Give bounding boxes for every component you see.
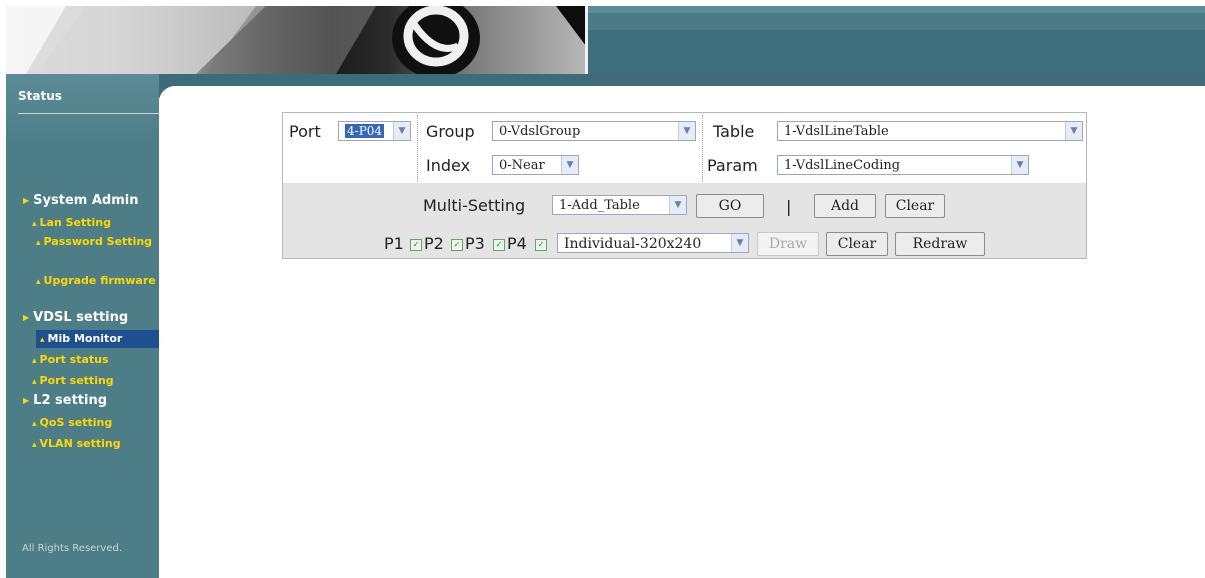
mib-monitor-panel: Port 4-P04 ▼ Group 0-VdslGroup ▼ Table 1… bbox=[282, 112, 1087, 259]
banner-photo bbox=[6, 6, 586, 74]
sidebar-item-l2-setting[interactable]: ▶ L2 setting bbox=[23, 393, 107, 408]
bullet-icon: ▴ bbox=[36, 277, 41, 287]
chevron-down-icon: ▼ bbox=[669, 196, 686, 214]
port-label: Port bbox=[289, 122, 321, 141]
table-select[interactable]: 1-VdslLineTable ▼ bbox=[777, 121, 1083, 141]
bullet-icon: ▴ bbox=[32, 356, 37, 366]
go-button[interactable]: GO bbox=[696, 194, 764, 218]
chevron-down-icon: ▼ bbox=[1011, 156, 1028, 174]
sidebar-item-system-admin[interactable]: ▶ System Admin bbox=[23, 193, 138, 208]
sidebar-item-password-setting[interactable]: ▴ Password Setting bbox=[36, 233, 156, 252]
sidebar bbox=[6, 74, 159, 578]
port-select[interactable]: 4-P04 ▼ bbox=[338, 121, 411, 141]
multi-setting-label: Multi-Setting bbox=[423, 196, 526, 215]
page-frame: Status ▶ System Admin ▴ Lan Setting ▴ Passw… bbox=[6, 6, 1205, 578]
chevron-down-icon: ▼ bbox=[678, 122, 695, 140]
sidebar-item-lan-setting[interactable]: ▴ Lan Setting bbox=[32, 214, 111, 233]
bullet-icon: ▴ bbox=[36, 238, 41, 248]
bullet-icon: ▴ bbox=[32, 219, 37, 229]
sidebar-item-port-setting[interactable]: ▴ Port setting bbox=[32, 372, 114, 391]
panel-separator bbox=[417, 115, 418, 181]
triangle-right-icon: ▶ bbox=[23, 396, 30, 405]
clear-graph-button[interactable]: Clear bbox=[826, 232, 888, 256]
header-banner bbox=[6, 6, 1205, 74]
redraw-button[interactable]: Redraw bbox=[895, 232, 985, 256]
table-label: Table bbox=[713, 122, 755, 141]
triangle-right-icon: ▶ bbox=[23, 313, 30, 322]
param-select[interactable]: 1-VdslLineCoding ▼ bbox=[777, 155, 1029, 175]
sidebar-divider bbox=[18, 113, 159, 114]
port-3-label: P3 bbox=[465, 234, 485, 253]
port-3-checkbox[interactable]: ✓ bbox=[493, 239, 505, 251]
sidebar-item-upgrade-firmware[interactable]: ▴ Upgrade firmware bbox=[36, 272, 156, 291]
chevron-down-icon: ▼ bbox=[393, 122, 410, 140]
group-label: Group bbox=[426, 122, 475, 141]
port-4-checkbox[interactable]: ✓ bbox=[535, 239, 547, 251]
port-1-checkbox[interactable]: ✓ bbox=[410, 239, 422, 251]
draw-button[interactable]: Draw bbox=[757, 232, 819, 256]
sidebar-item-port-status[interactable]: ▴ Port status bbox=[32, 351, 109, 370]
bullet-icon: ▴ bbox=[40, 335, 45, 345]
sidebar-item-qos-setting[interactable]: ▴ QoS setting bbox=[32, 414, 112, 433]
chevron-down-icon: ▼ bbox=[561, 156, 578, 174]
clear-button[interactable]: Clear bbox=[885, 194, 945, 218]
port-4-label: P4 bbox=[507, 234, 527, 253]
bullet-icon: ▴ bbox=[32, 440, 37, 450]
port-2-checkbox[interactable]: ✓ bbox=[451, 239, 463, 251]
bullet-icon: ▴ bbox=[32, 377, 37, 387]
add-button[interactable]: Add bbox=[814, 194, 876, 218]
button-separator: | bbox=[786, 197, 792, 216]
index-label: Index bbox=[426, 156, 471, 175]
bullet-icon: ▴ bbox=[32, 419, 37, 429]
multi-setting-select[interactable]: 1-Add_Table ▼ bbox=[552, 195, 687, 215]
triangle-right-icon: ▶ bbox=[23, 196, 30, 205]
port-2-label: P2 bbox=[424, 234, 444, 253]
sidebar-title: Status bbox=[18, 89, 62, 103]
copyright-text: All Rights Reserved. bbox=[22, 543, 123, 554]
chevron-down-icon: ▼ bbox=[1065, 122, 1082, 140]
sidebar-item-mib-monitor[interactable]: ▴ Mib Monitor bbox=[36, 330, 159, 348]
param-label: Param bbox=[707, 156, 758, 175]
index-select[interactable]: 0-Near ▼ bbox=[492, 155, 579, 175]
port-1-label: P1 bbox=[384, 234, 404, 253]
sidebar-gradient bbox=[6, 74, 159, 144]
sidebar-item-vlan-setting[interactable]: ▴ VLAN setting bbox=[32, 435, 121, 454]
group-select[interactable]: 0-VdslGroup ▼ bbox=[492, 121, 696, 141]
sidebar-item-vdsl-setting[interactable]: ▶ VDSL setting bbox=[23, 310, 128, 325]
banner-stripes bbox=[588, 6, 1205, 74]
chevron-down-icon: ▼ bbox=[731, 234, 748, 252]
panel-separator bbox=[702, 115, 703, 181]
banner-graphic bbox=[6, 6, 586, 74]
view-size-select[interactable]: Individual-320x240 ▼ bbox=[557, 233, 749, 253]
